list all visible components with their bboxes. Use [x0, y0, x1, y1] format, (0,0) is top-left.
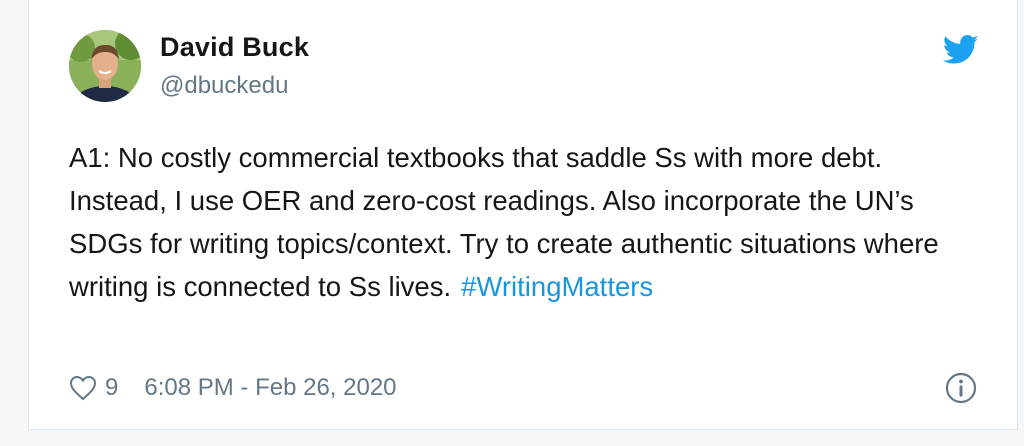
tweet-body: A1: No costly commercial textbooks that … — [69, 136, 969, 308]
info-icon[interactable] — [945, 372, 977, 404]
tweet-footer: 9 6:08 PM - Feb 26, 2020 — [69, 372, 397, 404]
twitter-bird-icon[interactable] — [942, 34, 979, 66]
tweet-card[interactable]: David Buck @dbuckedu A1: No costly comme… — [28, 0, 1018, 430]
timestamp[interactable]: 6:08 PM - Feb 26, 2020 — [144, 374, 396, 402]
author-handle[interactable]: @dbuckedu — [160, 72, 288, 100]
like-count[interactable]: 9 — [105, 374, 118, 402]
heart-icon[interactable] — [69, 375, 97, 401]
avatar[interactable] — [69, 30, 141, 102]
hashtag-link[interactable]: #WritingMatters — [461, 271, 653, 302]
author-name[interactable]: David Buck — [160, 32, 309, 63]
